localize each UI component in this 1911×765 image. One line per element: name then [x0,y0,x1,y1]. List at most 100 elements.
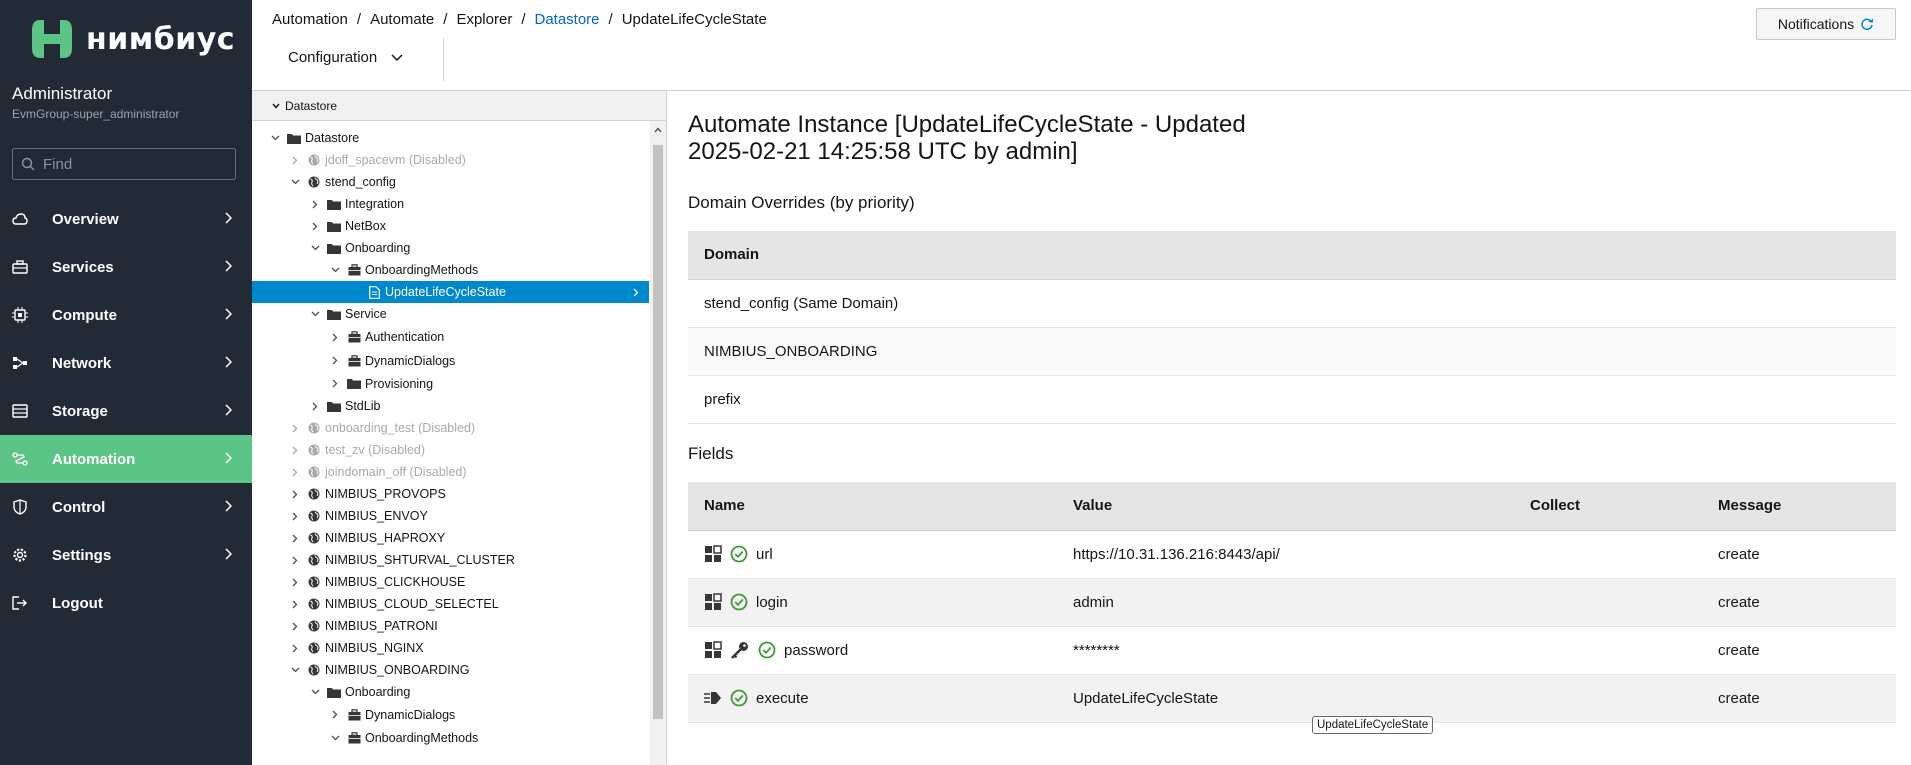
table-row[interactable]: login admin create [688,578,1896,627]
message-column-header: Message [1702,482,1896,531]
tree-node[interactable]: jdoff_spacevm (Disabled) [252,149,649,171]
table-row[interactable]: execute UpdateLifeCycleState create [688,674,1896,723]
tree-node[interactable]: NIMBIUS_PROVOPS [252,483,649,505]
nav-item-logout[interactable]: Logout [0,579,252,627]
chevron-down-icon[interactable] [329,732,341,744]
tree-node-label: Onboarding [345,241,411,255]
tree-scrollbar[interactable] [650,121,666,765]
tree-node[interactable]: NIMBIUS_PATRONI [252,615,649,637]
tree-node[interactable]: Provisioning [252,372,649,395]
tree-node[interactable]: stend_config [252,171,649,193]
nav-item-network[interactable]: Network [0,339,252,387]
field-name: url [756,545,773,563]
tree-node[interactable]: NIMBIUS_HAPROXY [252,527,649,549]
chevron-right-icon[interactable] [309,400,321,412]
chevron-right-icon[interactable] [289,488,301,500]
tree-node[interactable]: NIMBIUS_CLOUD_SELECTEL [252,593,649,615]
cpu-icon [12,307,28,323]
tree-scrollbar-thumb[interactable] [653,145,663,719]
tree-node[interactable]: UpdateLifeCycleState [252,281,649,303]
chevron-right-icon[interactable] [329,709,341,721]
find-input[interactable] [43,155,223,173]
domain-globe-icon [307,597,321,611]
notifications-button[interactable]: Notifications [1756,8,1896,40]
breadcrumb-datastore-link[interactable]: Datastore [534,11,599,28]
cloud-icon [12,211,28,227]
chevron-right-icon[interactable] [289,554,301,566]
refresh-icon [1861,18,1874,31]
chevron-right-icon[interactable] [289,444,301,456]
table-row[interactable]: stend_config (Same Domain) [688,279,1896,328]
scroll-up-icon[interactable] [654,127,662,133]
nav-item-storage[interactable]: Storage [0,387,252,435]
domain-globe-icon [307,553,321,567]
tree-node[interactable]: Authentication [252,325,649,349]
folder-icon [347,377,361,391]
chevron-down-icon[interactable] [309,308,321,320]
nav-item-services[interactable]: Services [0,243,252,291]
tree-node[interactable]: DynamicDialogs [252,703,649,726]
tree-panel-header[interactable]: Datastore [252,91,666,121]
chevron-right-icon[interactable] [289,598,301,610]
chevron-right-icon[interactable] [289,532,301,544]
tree-node[interactable]: onboarding_test (Disabled) [252,417,649,439]
tree-node-label: NetBox [345,219,386,233]
tree-node[interactable]: OnboardingMethods [252,726,649,749]
field-message: create [1702,626,1896,675]
tree-node-label: onboarding_test (Disabled) [325,421,476,435]
chevron-right-icon[interactable] [289,510,301,522]
tree-node[interactable]: NIMBIUS_ENVOY [252,505,649,527]
chevron-right-icon [225,308,232,320]
chevron-down-icon [391,53,403,61]
chevron-right-icon[interactable] [309,198,321,210]
tree-node[interactable]: DynamicDialogs [252,349,649,372]
chevron-right-icon[interactable] [289,576,301,588]
tree-node[interactable]: Service [252,303,649,325]
chevron-right-icon[interactable] [329,378,341,390]
chevron-right-icon[interactable] [289,620,301,632]
chevron-right-icon[interactable] [309,220,321,232]
chevron-right-icon[interactable] [289,642,301,654]
nav-item-control[interactable]: Control [0,483,252,531]
chevron-right-icon[interactable] [329,355,341,367]
nav-item-overview[interactable]: Overview [0,195,252,243]
tree-node-label: Datastore [305,131,360,145]
nav-label: Logout [52,594,103,612]
tree-node[interactable]: test_zv (Disabled) [252,439,649,461]
tree-node[interactable]: joindomain_off (Disabled) [252,461,649,483]
tree-node[interactable]: NIMBIUS_NGINX [252,637,649,659]
chevron-right-icon[interactable] [289,154,301,166]
chevron-down-icon[interactable] [309,686,321,698]
tree-node[interactable]: NetBox [252,215,649,237]
tree-node[interactable]: Onboarding [252,681,649,703]
tree-node[interactable]: Onboarding [252,237,649,259]
logo[interactable]: нимбиус [30,18,235,60]
chevron-down-icon[interactable] [309,242,321,254]
tree-node[interactable]: Datastore [252,127,649,149]
table-row[interactable]: NIMBIUS_ONBOARDING [688,327,1896,376]
chevron-right-icon[interactable] [289,422,301,434]
chevron-down-icon[interactable] [329,264,341,276]
tree-node[interactable]: NIMBIUS_SHTURVAL_CLUSTER [252,549,649,571]
tree-node[interactable]: Integration [252,193,649,215]
tree-node[interactable]: StdLib [252,395,649,417]
tree-node[interactable]: OnboardingMethods [252,259,649,281]
chevron-right-icon[interactable] [289,466,301,478]
chevron-down-icon[interactable] [289,176,301,188]
chevron-down-icon[interactable] [289,664,301,676]
tree-node[interactable]: NIMBIUS_CLICKHOUSE [252,571,649,593]
chevron-down-icon[interactable] [269,132,281,144]
chevron-right-icon[interactable] [329,331,341,343]
user-name[interactable]: Administrator [12,84,112,104]
nav-item-settings[interactable]: Settings [0,531,252,579]
table-row[interactable]: password ******** create [688,626,1896,675]
shield-icon [12,499,28,515]
configuration-dropdown[interactable]: Configuration [288,49,403,66]
table-row[interactable]: prefix [688,375,1896,424]
table-row[interactable]: url https://10.31.136.216:8443/api/ crea… [688,530,1896,579]
tree-node-label: Service [345,307,387,321]
nav-item-automation[interactable]: Automation [0,435,252,483]
tree-node[interactable]: NIMBIUS_ONBOARDING [252,659,649,681]
nav-item-compute[interactable]: Compute [0,291,252,339]
field-value: admin [1057,578,1514,627]
